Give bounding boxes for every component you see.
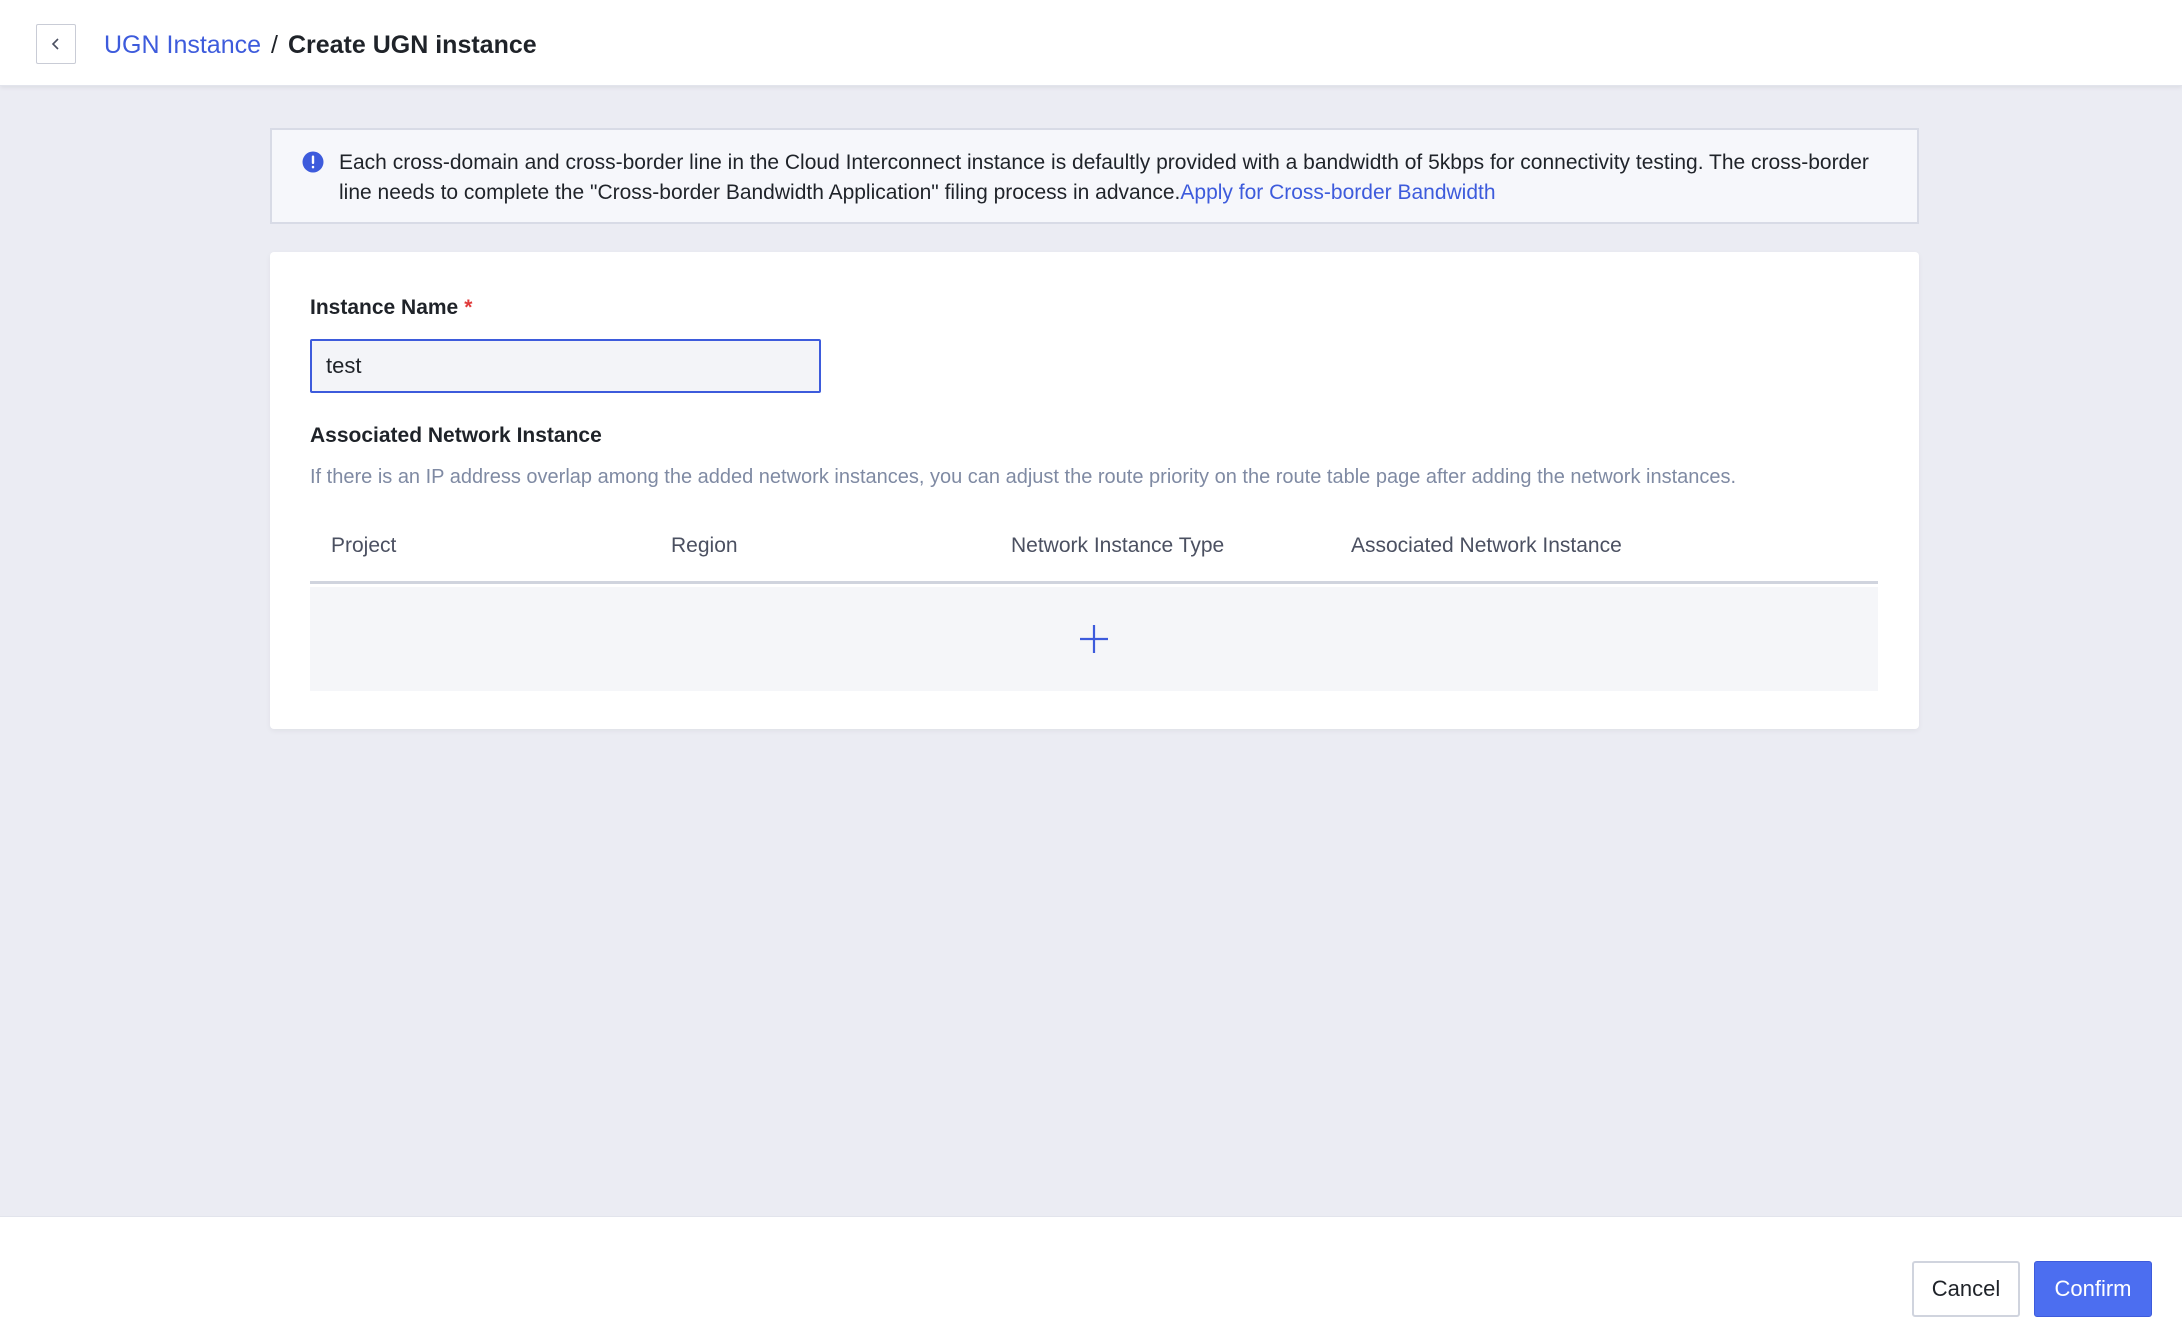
- footer-bar: Cancel Confirm: [0, 1216, 2182, 1342]
- instance-name-label: Instance Name *: [310, 296, 472, 320]
- associated-network-title: Associated Network Instance: [310, 424, 602, 447]
- back-button[interactable]: [36, 24, 76, 64]
- network-table-header: Project Region Network Instance Type Ass…: [310, 528, 1878, 584]
- instance-name-label-text: Instance Name: [310, 296, 459, 319]
- column-project: Project: [331, 534, 397, 557]
- add-network-instance-button[interactable]: [310, 587, 1878, 691]
- plus-icon: [1080, 625, 1108, 653]
- confirm-button[interactable]: Confirm: [2034, 1261, 2152, 1317]
- bandwidth-notice: Each cross-domain and cross-border line …: [270, 128, 1919, 224]
- apply-bandwidth-link[interactable]: Apply for Cross-border Bandwidth: [1180, 181, 1495, 204]
- notice-text: Each cross-domain and cross-border line …: [339, 151, 1869, 204]
- cancel-button[interactable]: Cancel: [1912, 1261, 2020, 1317]
- column-network-instance-type: Network Instance Type: [1011, 534, 1225, 557]
- breadcrumb: UGN Instance / Create UGN instance: [104, 28, 537, 62]
- column-region: Region: [671, 534, 738, 557]
- breadcrumb-separator: /: [271, 30, 278, 59]
- required-mark: *: [464, 296, 473, 319]
- page-title: Create UGN instance: [287, 30, 537, 59]
- associated-network-description: If there is an IP address overlap among …: [310, 466, 1737, 488]
- breadcrumb-parent-link[interactable]: UGN Instance: [104, 31, 261, 60]
- column-associated-network-instance: Associated Network Instance: [1351, 534, 1622, 557]
- chevron-left-icon: [51, 38, 59, 50]
- info-icon: [302, 151, 324, 173]
- create-form-card: Instance Name* Associated Network Instan…: [270, 252, 1919, 729]
- top-bar: UGN Instance / Create UGN instance: [0, 0, 2182, 86]
- instance-name-input[interactable]: [310, 339, 821, 393]
